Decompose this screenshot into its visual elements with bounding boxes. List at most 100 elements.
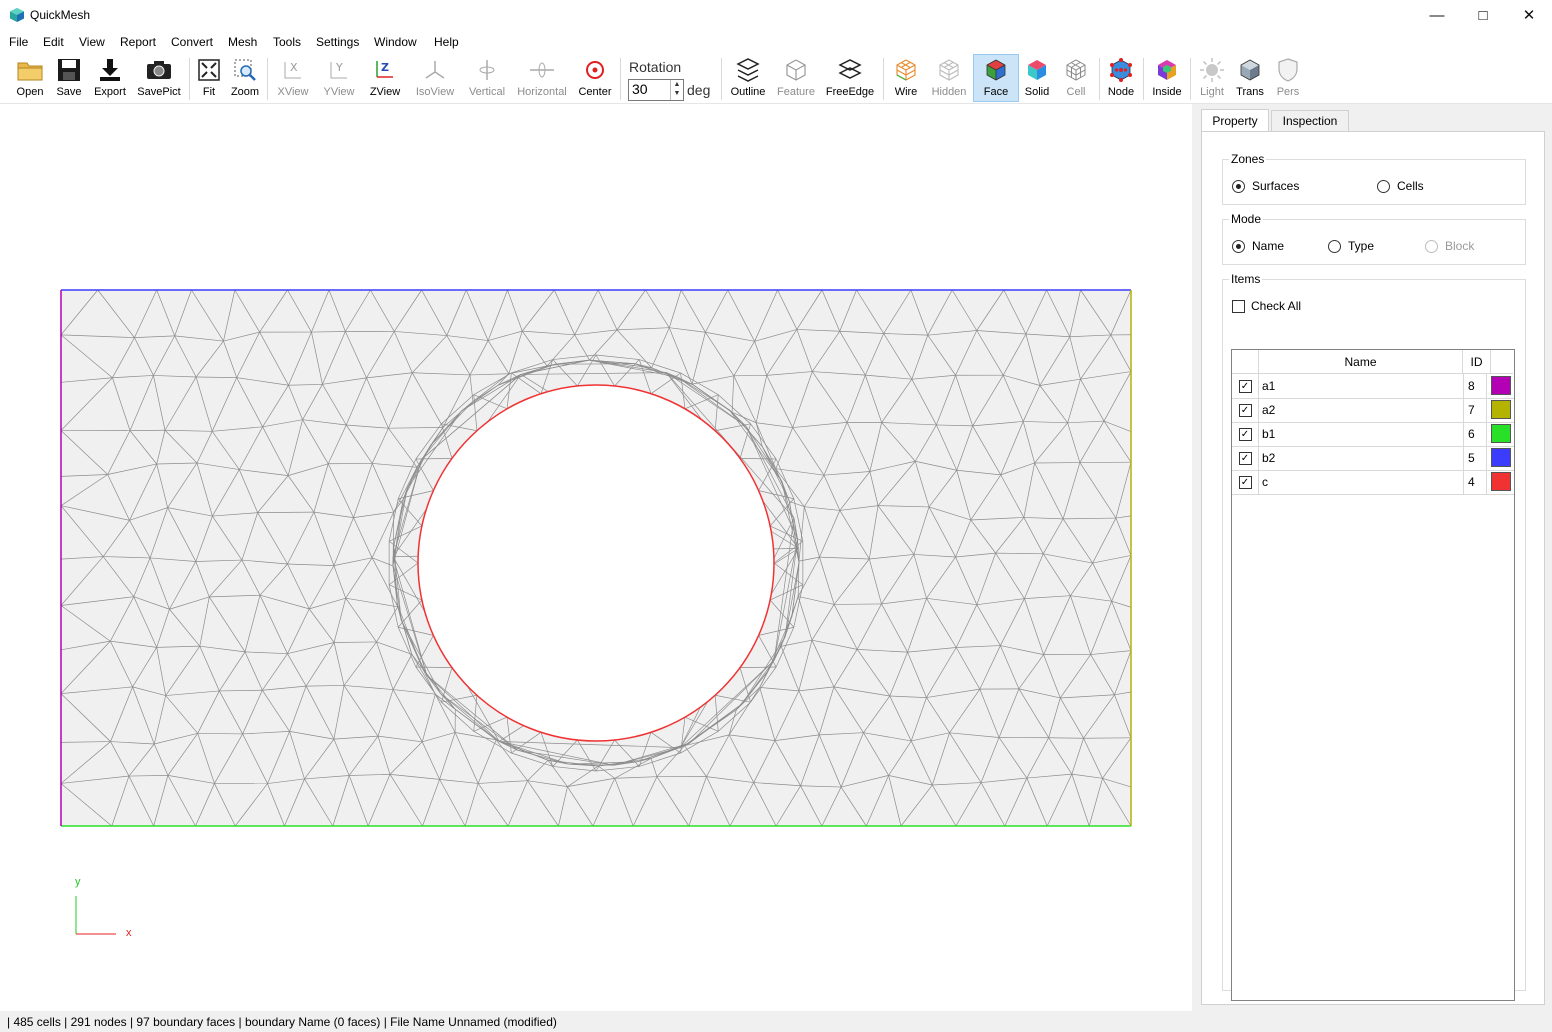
vertical-label: Vertical [468,86,506,98]
tab-inspection[interactable]: Inspection [1271,110,1349,132]
xview-button[interactable]: X XView [275,55,311,101]
row-id: 6 [1463,422,1487,446]
export-button[interactable]: Export [92,55,128,101]
xview-label: XView [277,86,309,98]
rotation-spinner[interactable]: ▲ ▼ [670,80,683,100]
fit-button[interactable]: Fit [195,55,223,101]
table-row[interactable]: ✓ b1 6 [1232,422,1514,447]
y-axis-view-icon: Y [324,55,354,85]
wire-button[interactable]: Wire [890,55,922,101]
vertical-rotate-button[interactable]: Vertical [466,55,508,101]
table-row[interactable]: ✓ b2 5 [1232,446,1514,471]
cells-radio[interactable]: Cells [1377,179,1424,193]
menu-help[interactable]: Help [434,35,459,49]
hole-boundary-c [417,384,775,742]
mesh-canvas[interactable] [0,104,1192,1011]
iso-view-icon [420,55,450,85]
minimize-button[interactable]: — [1414,0,1460,30]
menu-mesh[interactable]: Mesh [228,35,257,49]
row-color-swatch[interactable] [1491,472,1511,491]
check-icon: ✓ [1238,403,1252,417]
menu-report[interactable]: Report [120,35,156,49]
feature-cube-icon [781,55,811,85]
check-icon: ✓ [1238,451,1252,465]
export-label: Export [94,86,126,98]
row-id: 8 [1463,374,1487,398]
row-color-swatch[interactable] [1491,424,1511,443]
maximize-button[interactable]: □ [1460,0,1506,30]
check-all-checkbox[interactable]: Check All [1232,299,1301,313]
row-checkbox[interactable]: ✓ [1232,398,1259,422]
cell-cube-icon [1061,55,1091,85]
table-header-id[interactable]: ID [1463,350,1491,374]
hidden-button[interactable]: Hidden [929,55,969,101]
tab-property[interactable]: Property [1201,109,1269,132]
svg-text:Z: Z [381,61,389,74]
rotation-angle-input[interactable]: 30 ▲ ▼ [628,79,684,101]
menu-convert[interactable]: Convert [171,35,213,49]
name-mode-label: Name [1252,239,1285,253]
feature-button[interactable]: Feature [774,55,818,101]
row-color-swatch[interactable] [1491,448,1511,467]
folder-icon [15,55,45,85]
block-radio[interactable]: Block [1425,239,1474,253]
radio-dot [1232,179,1245,193]
free-edge-icon [835,55,865,85]
fit-icon [194,55,224,85]
type-radio[interactable]: Type [1328,239,1374,253]
menu-edit[interactable]: Edit [43,35,64,49]
save-button[interactable]: Save [53,55,85,101]
pers-button[interactable]: Pers [1273,55,1303,101]
surfaces-radio[interactable]: Surfaces [1232,179,1299,193]
mesh-viewport[interactable]: y x [0,104,1192,1011]
menu-settings[interactable]: Settings [316,35,359,49]
menu-tools[interactable]: Tools [273,35,301,49]
zones-title: Zones [1229,152,1267,166]
isoview-button[interactable]: IsoView [413,55,457,101]
row-checkbox[interactable]: ✓ [1232,470,1259,494]
solid-button[interactable]: Solid [1021,55,1053,101]
menu-view[interactable]: View [79,35,105,49]
row-color-swatch[interactable] [1491,376,1511,395]
freeedge-button[interactable]: FreeEdge [824,55,876,101]
light-button[interactable]: Light [1197,55,1227,101]
yview-button[interactable]: Y YView [321,55,357,101]
spin-up-icon[interactable]: ▲ [671,80,683,89]
axis-x-label: x [126,927,132,939]
items-title: Items [1229,272,1263,286]
type-mode-label: Type [1348,239,1375,253]
row-color-swatch[interactable] [1491,400,1511,419]
savepict-button[interactable]: SavePict [136,55,182,101]
table-header-name[interactable]: Name [1259,350,1463,374]
row-name: c [1262,475,1268,489]
table-row[interactable]: ✓ c 4 [1232,470,1514,495]
spin-down-icon[interactable]: ▼ [671,89,683,98]
inside-button[interactable]: Inside [1150,55,1184,101]
title-bar: QuickMesh — □ ✕ [0,0,1552,30]
horizontal-rotate-button[interactable]: Horizontal [516,55,568,101]
table-row[interactable]: ✓ a1 8 [1232,374,1514,399]
check-all-label: Check All [1251,299,1302,313]
node-button[interactable]: Node [1105,55,1137,101]
zoom-button[interactable]: Zoom [229,55,261,101]
name-radio[interactable]: Name [1232,239,1284,253]
center-button[interactable]: Center [576,55,614,101]
zview-button[interactable]: Z ZView [367,55,403,101]
toolbar-separator [267,58,268,100]
open-button[interactable]: Open [14,55,46,101]
outline-button[interactable]: Outline [728,55,768,101]
trans-button[interactable]: Trans [1234,55,1266,101]
row-checkbox[interactable]: ✓ [1232,374,1259,398]
row-checkbox[interactable]: ✓ [1232,422,1259,446]
zview-label: ZView [369,86,401,98]
menu-window[interactable]: Window [374,35,417,49]
row-checkbox[interactable]: ✓ [1232,446,1259,470]
close-button[interactable]: ✕ [1506,0,1552,30]
outline-label: Outline [730,86,766,98]
face-button[interactable]: Face [973,54,1019,102]
menu-file[interactable]: File [9,35,28,49]
feature-label: Feature [777,86,815,98]
table-row[interactable]: ✓ a2 7 [1232,398,1514,423]
save-label: Save [56,86,82,98]
cell-button[interactable]: Cell [1061,55,1091,101]
